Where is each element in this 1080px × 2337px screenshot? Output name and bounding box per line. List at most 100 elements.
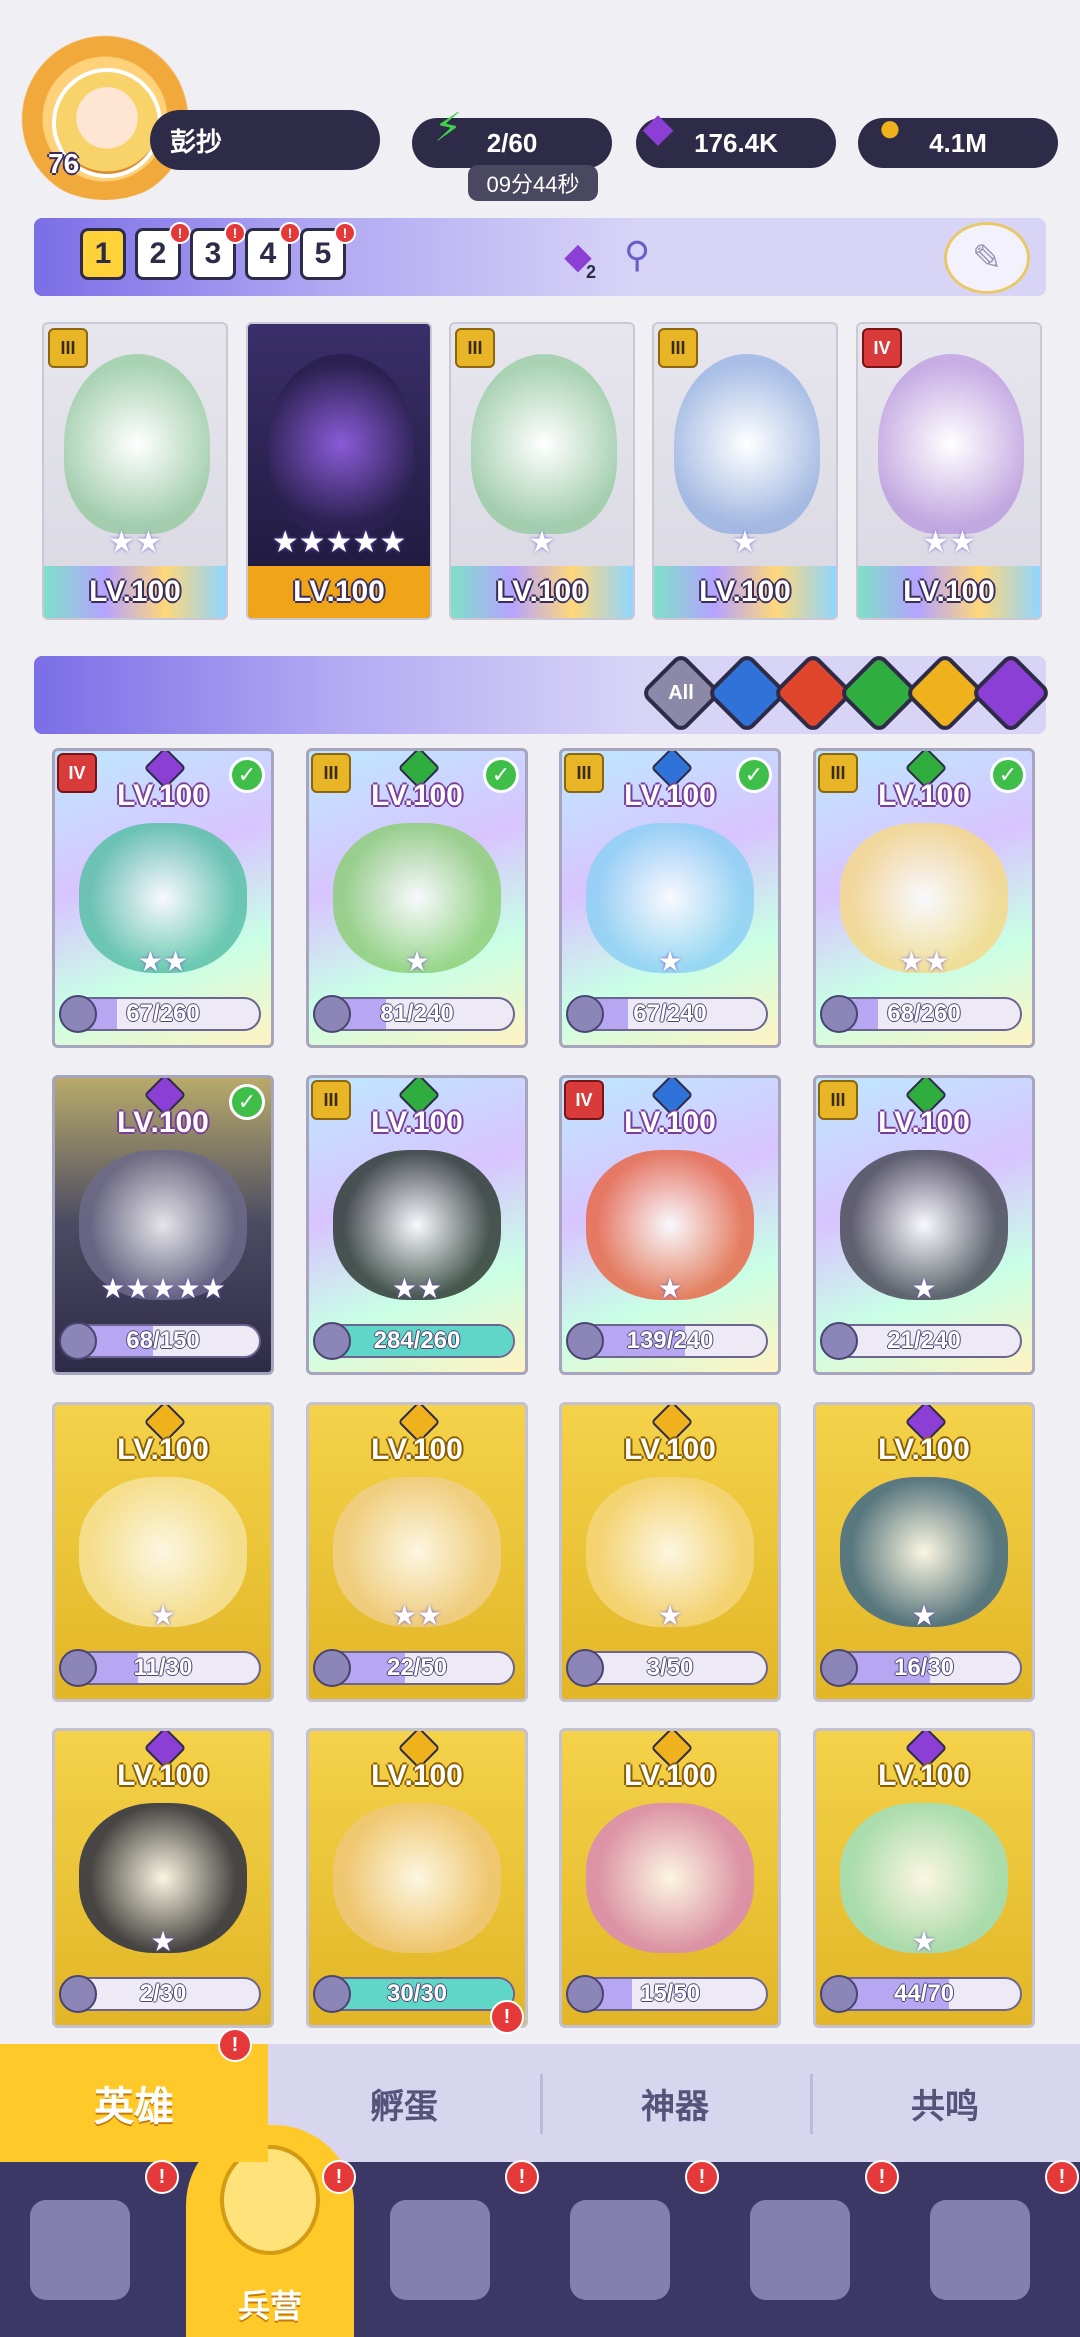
energy-plus-icon[interactable]: ⚡ [420, 100, 476, 156]
selected-check-icon: ✓ [736, 757, 772, 793]
alert-badge: ! [224, 222, 246, 244]
sub-tab-0[interactable]: 英雄 [0, 2044, 268, 2162]
hero-level: LV.100 [451, 566, 633, 618]
edit-team-button[interactable]: ✎ [944, 222, 1030, 294]
hero-card[interactable]: LV.100 ★ 81/240 III ✓ [306, 748, 528, 1048]
sub-tab-1[interactable]: 孵蛋 [268, 2044, 540, 2162]
fragment-icon [59, 1975, 97, 2013]
hero-card[interactable]: LV.100 ★ 67/240 III ✓ [559, 748, 781, 1048]
selected-check-icon: ✓ [990, 757, 1026, 793]
alert-badge: ! [334, 222, 356, 244]
fragment-icon [59, 995, 97, 1033]
hero-stars: ★★★★★ [271, 526, 407, 559]
hero-card[interactable]: LV.100 15/50 [559, 1728, 781, 2028]
hero-card[interactable]: LV.100 ★ 2/30 [52, 1728, 274, 2028]
nav-guild[interactable] [920, 2180, 1040, 2320]
fragment-icon [313, 1649, 351, 1687]
formation-slot[interactable]: ★ LV.100 III [652, 322, 838, 620]
hero-portrait [586, 1803, 754, 1953]
selected-check-icon: ✓ [229, 1084, 265, 1120]
alert-badge: ! [490, 2000, 524, 2034]
hero-stars: ★ [911, 1926, 937, 1957]
hero-portrait [674, 354, 820, 534]
hero-portrait [471, 354, 617, 534]
player-level: 76 [48, 148, 80, 179]
alert-badge: ! [169, 222, 191, 244]
hero-stars: ★ [731, 526, 759, 559]
selected-check-icon: ✓ [483, 757, 519, 793]
hero-stars: ★★ [108, 526, 162, 559]
gold-plus-icon[interactable]: ● [862, 100, 918, 156]
fragment-icon [313, 1975, 351, 2013]
hero-stars: ★★ [391, 1600, 443, 1631]
team-gem-count: 2 [586, 262, 597, 282]
hero-card[interactable]: LV.100 ★ 139/240 IV [559, 1075, 781, 1375]
gem-plus-icon[interactable]: ◆ [630, 100, 686, 156]
formation-slot[interactable]: ★★ LV.100 IV [856, 322, 1042, 620]
hero-level: LV.100 [878, 1759, 970, 1792]
fragment-icon [59, 1322, 97, 1360]
nav-castle-icon [570, 2200, 670, 2300]
fragment-icon [820, 1322, 858, 1360]
selected-check-icon: ✓ [229, 757, 265, 793]
nav-barracks-label: 兵营 [237, 2288, 302, 2324]
fragment-icon [313, 995, 351, 1033]
alert-badge: ! [279, 222, 301, 244]
hero-card[interactable]: LV.100 ★★★★★ 68/150 ✓ [52, 1075, 274, 1375]
hero-stars: ★ [911, 1600, 937, 1631]
team-tab-1[interactable]: 1 [80, 228, 126, 280]
nav-shop-icon [750, 2200, 850, 2300]
hero-stars: ★ [657, 946, 683, 977]
hero-card[interactable]: LV.100 ★ 16/30 [813, 1402, 1035, 1702]
hero-level: LV.100 [624, 1759, 716, 1792]
fragment-icon [59, 1649, 97, 1687]
tier-badge: III [564, 753, 604, 793]
nav-cards[interactable] [20, 2180, 140, 2320]
nav-shop[interactable] [740, 2180, 860, 2320]
hero-stars: ★ [657, 1600, 683, 1631]
fragment-icon [820, 995, 858, 1033]
nav-cards-icon [30, 2200, 130, 2300]
hero-portrait [268, 354, 414, 534]
formation-slot[interactable]: ★★★★★ LV.100 [246, 322, 432, 620]
hero-card[interactable]: LV.100 ★★ 284/260 III [306, 1075, 528, 1375]
hero-card[interactable]: LV.100 ★ 3/50 [559, 1402, 781, 1702]
filter-all-label: All [668, 681, 694, 704]
hero-stars: ★ [404, 946, 430, 977]
sub-tab-2[interactable]: 神器 [540, 2044, 810, 2162]
hero-level: LV.100 [44, 566, 226, 618]
hero-card[interactable]: LV.100 ★★ 68/260 III ✓ [813, 748, 1035, 1048]
hero-card[interactable]: LV.100 30/30 [306, 1728, 528, 2028]
search-icon[interactable]: ⚲ [624, 234, 650, 276]
alert-badge: ! [505, 2160, 539, 2194]
tier-badge: III [455, 328, 495, 368]
hero-card[interactable]: LV.100 ★ 44/70 [813, 1728, 1035, 2028]
sub-tab-3[interactable]: 共鸣 [810, 2044, 1080, 2162]
hero-card[interactable]: LV.100 ★★ 67/260 IV ✓ [52, 748, 274, 1048]
nav-map[interactable] [380, 2180, 500, 2320]
fragment-icon [313, 1322, 351, 1360]
hero-card[interactable]: LV.100 ★★ 22/50 [306, 1402, 528, 1702]
hero-card[interactable]: LV.100 ★ 11/30 [52, 1402, 274, 1702]
hero-stars: ★ [657, 1273, 683, 1304]
hero-level: LV.100 [117, 1759, 209, 1792]
tier-badge: III [658, 328, 698, 368]
formation-slot[interactable]: ★ LV.100 III [449, 322, 635, 620]
fragment-icon [820, 1975, 858, 2013]
hero-portrait [333, 1803, 501, 1953]
tier-badge: III [311, 1080, 351, 1120]
fragment-icon [566, 995, 604, 1033]
hero-stars: ★ [911, 1273, 937, 1304]
nav-castle[interactable] [560, 2180, 680, 2320]
hero-level: LV.100 [248, 566, 430, 618]
hero-level: LV.100 [654, 566, 836, 618]
hero-stars: ★★★★★ [100, 1273, 226, 1304]
hero-level: LV.100 [117, 1433, 209, 1466]
tier-badge: III [311, 753, 351, 793]
nav-map-icon [390, 2200, 490, 2300]
formation-slot[interactable]: ★★ LV.100 III [42, 322, 228, 620]
nav-guild-icon [930, 2200, 1030, 2300]
hero-level: LV.100 [858, 566, 1040, 618]
hero-level: LV.100 [624, 1433, 716, 1466]
hero-card[interactable]: LV.100 ★ 21/240 III [813, 1075, 1035, 1375]
